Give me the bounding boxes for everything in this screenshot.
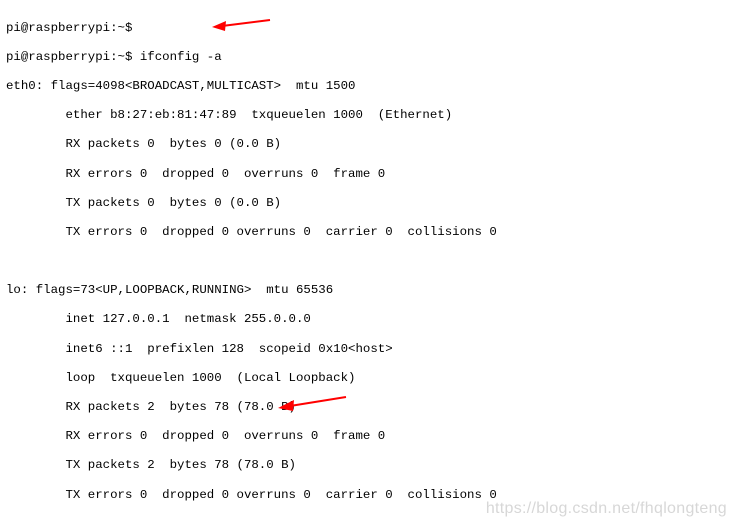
lo-inet6: inet6 ::1 prefixlen 128 scopeid 0x10<hos…	[6, 342, 731, 357]
blank-line	[6, 254, 731, 269]
prompt-line: pi@raspberrypi:~$	[6, 21, 731, 36]
lo-tx-packets: TX packets 2 bytes 78 (78.0 B)	[6, 458, 731, 473]
eth0-rx-errors: RX errors 0 dropped 0 overruns 0 frame 0	[6, 167, 731, 182]
terminal-output[interactable]: pi@raspberrypi:~$ pi@raspberrypi:~$ ifco…	[0, 0, 733, 521]
lo-inet: inet 127.0.0.1 netmask 255.0.0.0	[6, 312, 731, 327]
command-ifconfig: pi@raspberrypi:~$ ifconfig -a	[6, 50, 731, 65]
eth0-tx-packets: TX packets 0 bytes 0 (0.0 B)	[6, 196, 731, 211]
eth0-header: eth0: flags=4098<BROADCAST,MULTICAST> mt…	[6, 79, 731, 94]
eth0-ether: ether b8:27:eb:81:47:89 txqueuelen 1000 …	[6, 108, 731, 123]
lo-rx-packets: RX packets 2 bytes 78 (78.0 B)	[6, 400, 731, 415]
lo-header: lo: flags=73<UP,LOOPBACK,RUNNING> mtu 65…	[6, 283, 731, 298]
eth0-rx-packets: RX packets 0 bytes 0 (0.0 B)	[6, 137, 731, 152]
eth0-tx-errors: TX errors 0 dropped 0 overruns 0 carrier…	[6, 225, 731, 240]
blank-line	[6, 517, 731, 521]
lo-loop: loop txqueuelen 1000 (Local Loopback)	[6, 371, 731, 386]
watermark-text: https://blog.csdn.net/fhqlongteng	[486, 502, 727, 517]
lo-rx-errors: RX errors 0 dropped 0 overruns 0 frame 0	[6, 429, 731, 444]
